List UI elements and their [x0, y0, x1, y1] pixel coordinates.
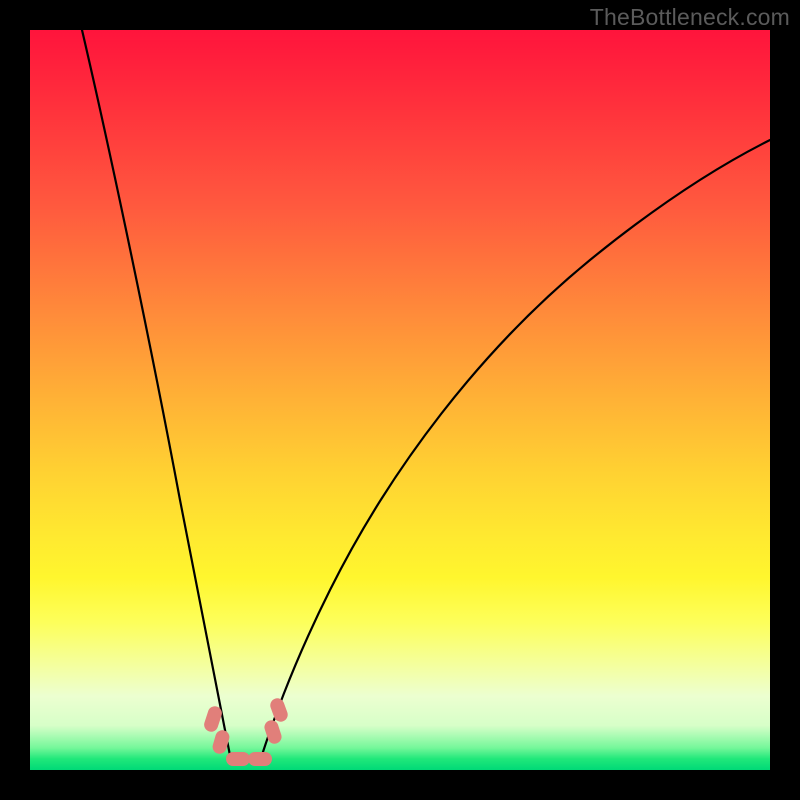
marker-m4 — [248, 752, 272, 766]
chart-frame: TheBottleneck.com — [0, 0, 800, 800]
curve-svg — [30, 30, 770, 770]
marker-m2 — [211, 729, 231, 756]
plot-area — [30, 30, 770, 770]
marker-m6 — [268, 696, 289, 723]
watermark-text: TheBottleneck.com — [590, 4, 790, 31]
curve-left-branch — [82, 30, 231, 761]
markers-group — [202, 696, 289, 766]
curve-right-branch — [260, 140, 770, 761]
marker-m3 — [226, 752, 250, 766]
